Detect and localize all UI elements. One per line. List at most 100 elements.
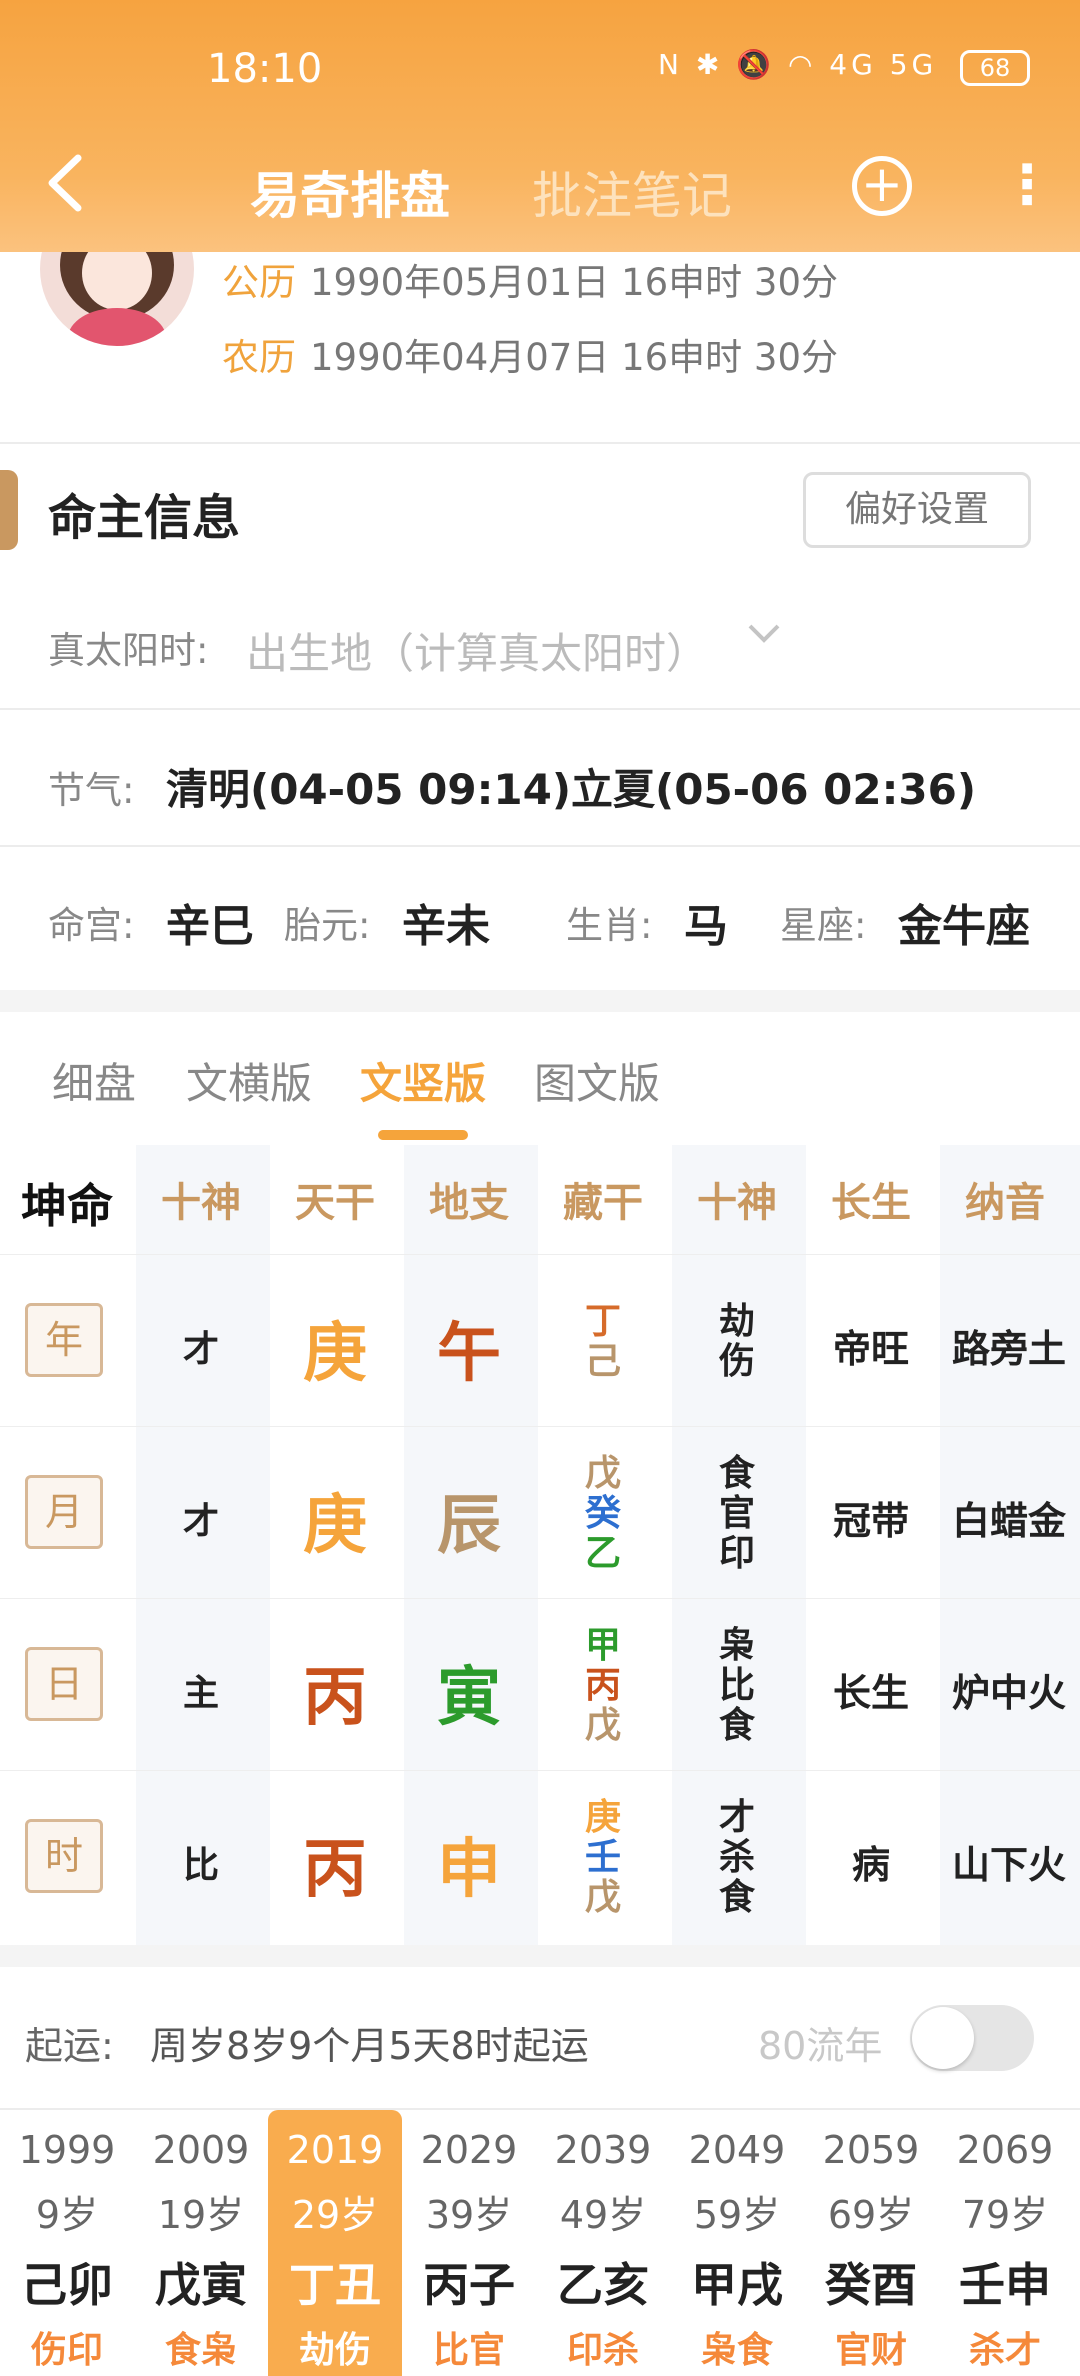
- chevron-left-icon: [48, 154, 82, 212]
- qiyun-value: 周岁8岁9个月5天8时起运: [150, 2024, 589, 2068]
- tiangan-cell: 庚: [303, 1489, 367, 1563]
- tab-wenshu[interactable]: 文竖版: [360, 1050, 486, 1111]
- dayun-shishen: 枭食: [700, 2330, 773, 2371]
- pillar-tag[interactable]: 年: [25, 1303, 103, 1377]
- qiyun-label: 起运:: [25, 2024, 114, 2068]
- canggan-shishen-char: 食: [718, 1705, 755, 1746]
- dizhi-cell: 申: [437, 1833, 501, 1907]
- canggan-shishen-char: 食: [718, 1877, 755, 1918]
- canggan-char: 戊: [584, 1705, 621, 1746]
- dayun-year: 2069: [956, 2128, 1054, 2172]
- tab-notes[interactable]: 批注笔记: [532, 156, 732, 228]
- lunar-value: 1990年04月07日 16申时 30分: [310, 336, 839, 379]
- dayun-year: 2039: [554, 2128, 652, 2172]
- dayun-column[interactable]: 2009 19岁 戊寅 食枭: [134, 2110, 268, 2376]
- canggan-char: 癸: [584, 1493, 621, 1534]
- xingzuo-label: 星座:: [780, 904, 867, 947]
- tiangan-cell: 丙: [303, 1833, 367, 1907]
- divider: [0, 708, 1080, 710]
- dayun-column[interactable]: 2049 59岁 甲戌 枭食: [670, 2110, 804, 2376]
- dayun-column[interactable]: 2059 69岁 癸酉 官财: [804, 2110, 938, 2376]
- dayun-ganzhi: 壬申: [959, 2258, 1051, 2312]
- canggan-char: 丙: [584, 1665, 621, 1706]
- row-divider: [0, 1426, 1080, 1427]
- nayin-cell: 路旁土: [951, 1327, 1066, 1371]
- true-solar-time-select[interactable]: 出生地（计算真太阳时）: [246, 620, 708, 681]
- chart-header: 地支: [429, 1180, 509, 1226]
- dayun-age: 79岁: [961, 2193, 1049, 2237]
- back-button[interactable]: [40, 148, 100, 228]
- canggan-shishen-char: 杀: [718, 1837, 755, 1878]
- section-title: 命主信息: [48, 490, 241, 546]
- column-shade: [136, 1145, 270, 1945]
- solar-label: 公历: [222, 261, 296, 304]
- dayun-year: 2009: [152, 2128, 250, 2172]
- dayun-year: 2019: [286, 2128, 384, 2172]
- tab-wenheng[interactable]: 文横版: [186, 1050, 312, 1111]
- dayun-shishen: 食枭: [164, 2330, 237, 2371]
- preferences-button[interactable]: 偏好设置: [803, 472, 1031, 548]
- pillar-tag[interactable]: 月: [25, 1475, 103, 1549]
- pillar-tag[interactable]: 日: [25, 1647, 103, 1721]
- add-icon[interactable]: +: [852, 156, 912, 216]
- section-gap: [0, 1945, 1080, 1967]
- changsheng-cell: 病: [851, 1843, 890, 1887]
- canggan-char: 乙: [584, 1533, 621, 1574]
- dayun-age: 49岁: [559, 2193, 647, 2237]
- chart-header: 藏干: [563, 1180, 643, 1226]
- liunian-toggle[interactable]: [910, 2005, 1034, 2071]
- dayun-ganzhi: 丁丑: [289, 2258, 381, 2312]
- dayun-shishen: 杀才: [968, 2330, 1041, 2371]
- xingzuo-value: 金牛座: [898, 901, 1030, 952]
- canggan-shishen-char: 枭: [718, 1625, 755, 1666]
- status-time: 18:10: [207, 46, 323, 92]
- canggan-char: 己: [584, 1341, 621, 1382]
- dayun-ganzhi: 丙子: [423, 2258, 515, 2312]
- dayun-ganzhi: 癸酉: [825, 2258, 917, 2312]
- dayun-shishen: 伤印: [30, 2330, 103, 2371]
- canggan-char: 庚: [584, 1797, 621, 1838]
- divider: [0, 845, 1080, 847]
- taiyuan-label: 胎元:: [284, 904, 371, 947]
- dayun-age: 39岁: [425, 2193, 513, 2237]
- canggan-shishen-char: 才: [718, 1797, 755, 1838]
- chart-header: 长生: [831, 1180, 911, 1226]
- dayun-ganzhi: 己卯: [21, 2258, 113, 2312]
- dayun-column[interactable]: 2029 39岁 丙子 比官: [402, 2110, 536, 2376]
- section-gap: [0, 990, 1080, 1012]
- tab-xipan[interactable]: 细盘: [52, 1050, 136, 1111]
- jieqi-value: 清明(04-05 09:14)立夏(05-06 02:36): [166, 765, 977, 814]
- canggan-char: 戊: [584, 1877, 621, 1918]
- tab-paipan[interactable]: 易奇排盘: [250, 156, 450, 228]
- canggan-shishen-char: 食: [718, 1453, 755, 1494]
- more-icon[interactable]: ⋮: [1000, 150, 1054, 220]
- solar-value: 1990年05月01日 16申时 30分: [310, 261, 839, 304]
- canggan-shishen-char: 伤: [718, 1341, 755, 1382]
- canggan-char: 丁: [584, 1301, 621, 1342]
- dayun-column[interactable]: 2019 29岁 丁丑 劫伤: [268, 2110, 402, 2376]
- chart-header: 十神: [697, 1180, 777, 1226]
- changsheng-cell: 长生: [832, 1671, 909, 1715]
- tab-tuwen[interactable]: 图文版: [534, 1050, 660, 1111]
- dayun-column[interactable]: 2069 79岁壬申杀才: [938, 2110, 1072, 2376]
- jieqi-label: 节气:: [48, 769, 135, 812]
- changsheng-cell: 冠带: [832, 1499, 909, 1543]
- canggan-shishen-char: 劫: [718, 1301, 755, 1342]
- dayun-age: 59岁: [693, 2193, 781, 2237]
- chevron-down-icon[interactable]: [744, 612, 784, 662]
- minggong-label: 命宫:: [48, 904, 135, 947]
- changsheng-cell: 帝旺: [832, 1327, 909, 1371]
- dayun-column[interactable]: 1999 9岁 己卯 伤印: [0, 2110, 134, 2376]
- dayun-ganzhi: 甲戌: [691, 2258, 783, 2312]
- chart-header: 纳音: [965, 1180, 1045, 1226]
- canggan-shishen-char: 比: [718, 1665, 755, 1706]
- dayun-column[interactable]: 2039 49岁 乙亥 印杀: [536, 2110, 670, 2376]
- pillar-tag[interactable]: 时: [25, 1819, 103, 1893]
- dayun-shishen: 印杀: [566, 2330, 639, 2371]
- shengxiao-label: 生肖:: [566, 904, 653, 947]
- row-divider: [0, 1254, 1080, 1255]
- chart-header: 十神: [161, 1180, 241, 1226]
- dizhi-cell: 辰: [437, 1489, 501, 1563]
- status-bar: 18:10 N ✱ 🔕 ◠ 4G 5G 68: [0, 40, 1080, 100]
- taiyuan-value: 辛未: [402, 901, 490, 952]
